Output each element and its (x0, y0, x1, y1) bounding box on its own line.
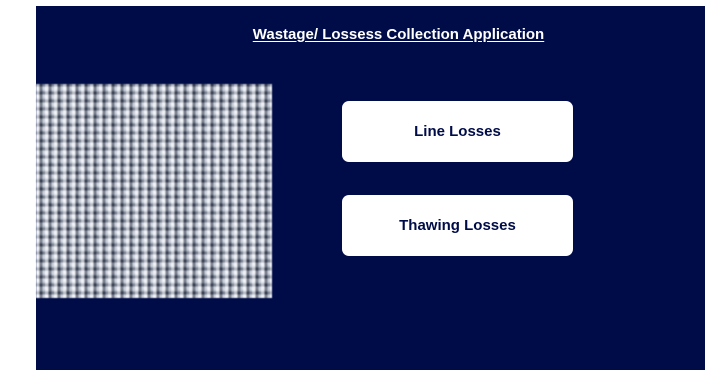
thawing-losses-button[interactable]: Thawing Losses (342, 195, 573, 256)
line-losses-button-label: Line Losses (414, 123, 501, 140)
fabric-texture-image (36, 84, 272, 298)
thawing-losses-button-label: Thawing Losses (399, 217, 516, 234)
app-screen: Wastage/ Lossess Collection Application … (36, 6, 705, 370)
line-losses-button[interactable]: Line Losses (342, 101, 573, 162)
app-title: Wastage/ Lossess Collection Application (252, 26, 545, 43)
